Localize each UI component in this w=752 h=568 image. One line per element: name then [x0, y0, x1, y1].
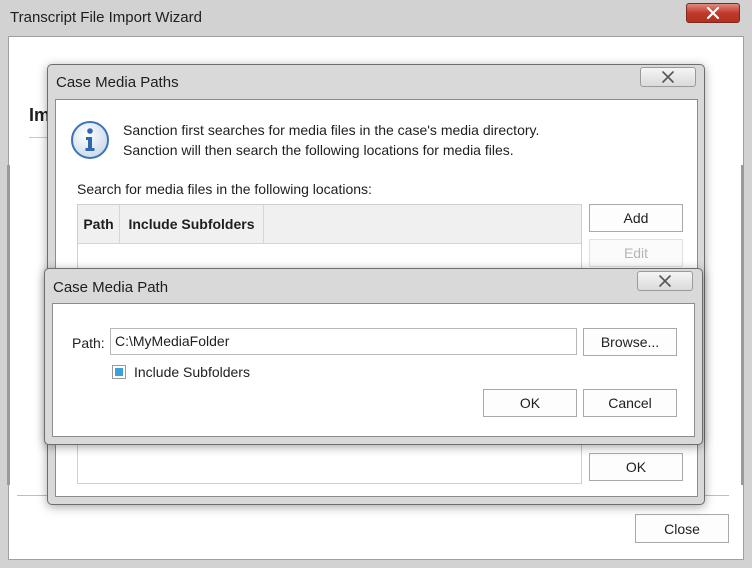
case-media-path-title: Case Media Path	[53, 279, 169, 296]
column-header-path[interactable]: Path	[78, 205, 120, 243]
case-media-paths-ok-button[interactable]: OK	[589, 453, 683, 481]
case-media-paths-title: Case Media Paths	[56, 74, 179, 91]
browse-button[interactable]: Browse...	[583, 328, 677, 356]
close-icon	[706, 7, 720, 19]
wizard-close-button[interactable]	[686, 3, 740, 23]
case-media-path-close-button[interactable]	[637, 271, 693, 291]
column-header-include-subfolders[interactable]: Include Subfolders	[120, 205, 264, 243]
search-locations-label: Search for media files in the following …	[77, 181, 372, 197]
close-icon	[659, 275, 671, 287]
info-line-2: Sanction will then search the following …	[123, 142, 514, 158]
case-media-paths-close-button[interactable]	[640, 67, 696, 87]
add-button[interactable]: Add	[589, 204, 683, 232]
close-icon	[662, 71, 674, 83]
include-subfolders-label[interactable]: Include Subfolders	[134, 364, 250, 380]
edit-button[interactable]: Edit	[589, 239, 683, 267]
table-header: Path Include Subfolders	[78, 205, 581, 244]
wizard-left-shade	[7, 165, 10, 485]
cancel-button[interactable]: Cancel	[583, 389, 677, 417]
wizard-right-shade	[741, 165, 744, 485]
case-media-path-dialog: Case Media Path Path: C:\MyMediaFolder B…	[44, 268, 703, 445]
checkbox-icon	[115, 368, 123, 376]
path-label: Path:	[72, 335, 105, 351]
case-media-path-ok-button[interactable]: OK	[483, 389, 577, 417]
case-media-path-client: Path: C:\MyMediaFolder Browse... Include…	[52, 303, 695, 437]
wizard-close-text-button[interactable]: Close	[635, 514, 729, 543]
info-line-1: Sanction first searches for media files …	[123, 122, 540, 138]
wizard-title: Transcript File Import Wizard	[10, 9, 202, 26]
include-subfolders-checkbox[interactable]	[112, 365, 126, 379]
info-icon	[71, 121, 109, 159]
path-input[interactable]: C:\MyMediaFolder	[110, 328, 577, 355]
